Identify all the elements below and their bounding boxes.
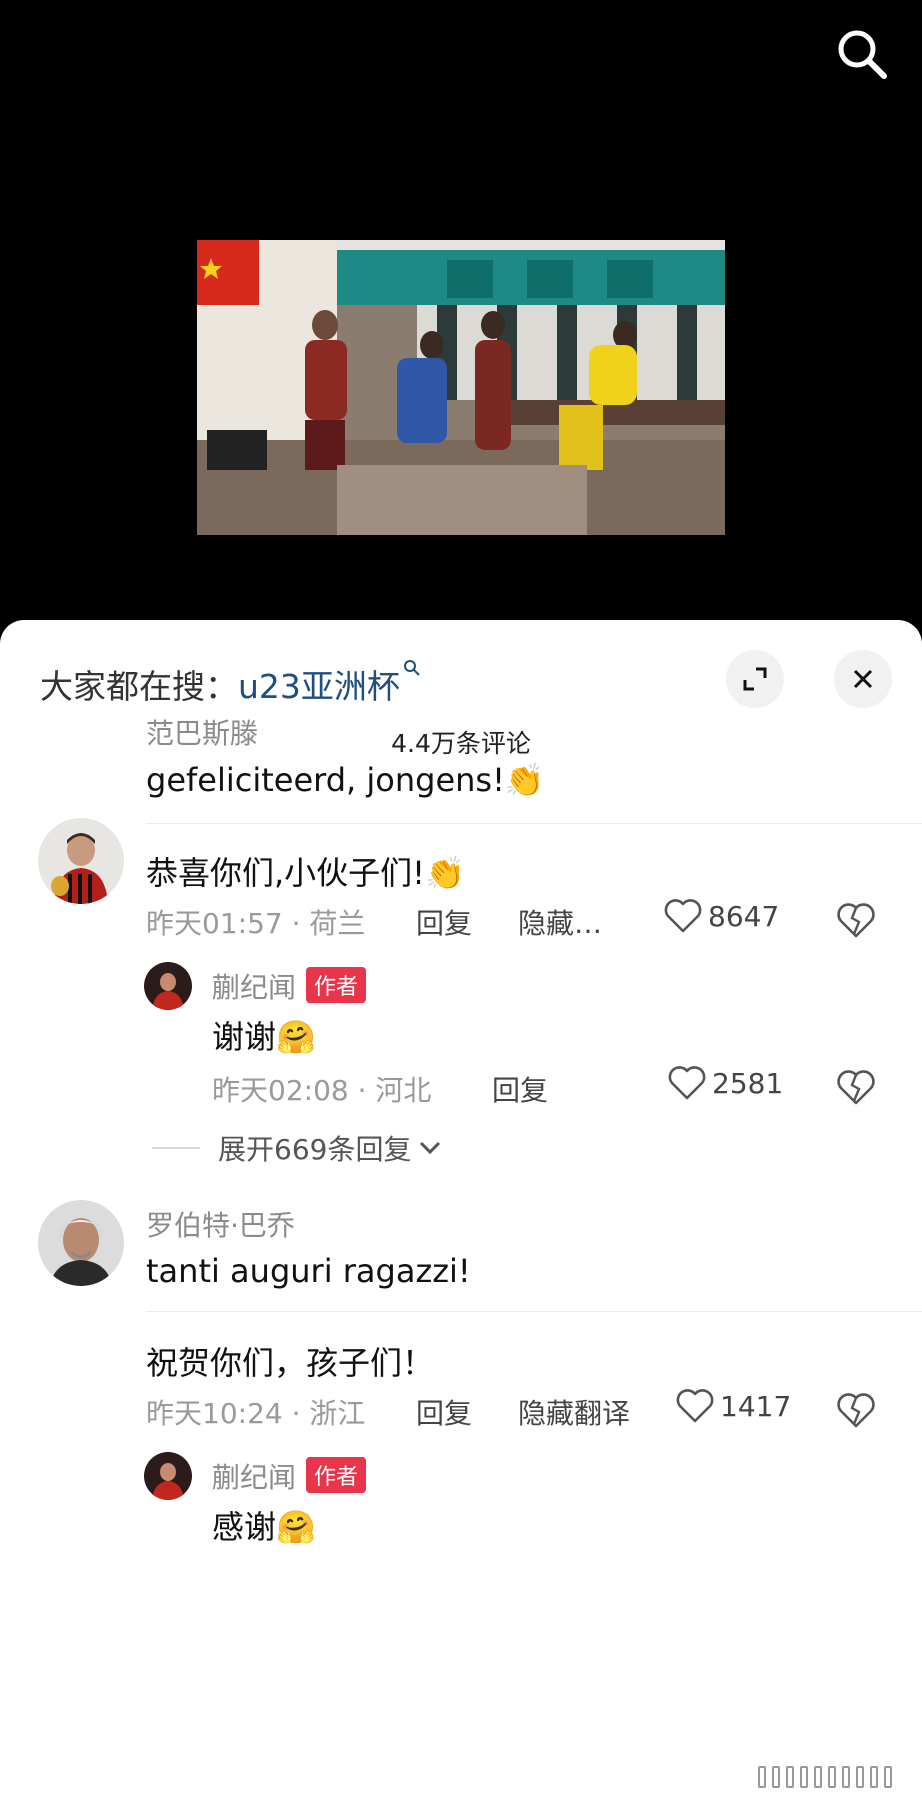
user-avatar-image [38,1200,124,1286]
translation-divider [146,823,922,824]
like-count: 2581 [712,1066,784,1100]
author-reply-text: 感谢🤗 [212,1508,316,1546]
like-count: 8647 [708,899,780,933]
comment-location: 浙江 [309,1397,366,1430]
broken-heart-icon[interactable] [836,1390,876,1430]
author-reply-location: 河北 [375,1074,432,1107]
comment-count: 4.4万条评论 [391,729,531,758]
expand-button[interactable] [726,650,784,708]
author-avatar[interactable] [144,1452,192,1500]
hide-translation-button[interactable]: 隐藏翻译 [518,1392,630,1432]
user-avatar-image [38,818,124,904]
video-frame[interactable] [197,240,725,535]
system-indicator [758,1766,892,1788]
expand-divider-line [152,1147,200,1149]
search-icon[interactable] [834,26,890,82]
reply-button[interactable]: 回复 [416,1392,472,1432]
expand-icon [743,667,767,691]
author-avatar[interactable] [144,962,192,1010]
author-username[interactable]: 蒯纪闻 作者 [212,966,367,1006]
author-avatar-image [144,1452,192,1500]
author-username[interactable]: 蒯纪闻 作者 [212,1456,367,1496]
comment-meta: 昨天10:24 · 浙江 [146,1397,366,1430]
reply-button[interactable]: 回复 [416,902,472,942]
comment-time: 昨天01:57 [146,907,283,940]
author-badge: 作者 [306,967,367,1003]
comment-username[interactable]: 罗伯特·巴乔 [146,1204,295,1244]
translation-divider [146,1311,922,1312]
trending-search-prefix: 大家都在搜： [40,667,238,706]
like-button[interactable]: 1417 [676,1388,791,1424]
video-thumbnail [197,240,725,535]
like-button[interactable]: 2581 [668,1065,783,1101]
author-badge: 作者 [306,1457,367,1493]
author-username-text[interactable]: 蒯纪闻 [212,971,296,1004]
video-player[interactable] [0,0,922,640]
comment-translation: 祝贺你们，孩子们！ [146,1344,435,1382]
expand-replies-label: 展开669条回复 [218,1133,412,1166]
hide-translation-button[interactable]: 隐藏… [518,902,602,942]
trending-search[interactable]: 大家都在搜：u23亚洲杯 [40,660,422,708]
comment-translation: 恭喜你们,小伙子们!👏 [146,854,465,892]
author-username-text[interactable]: 蒯纪闻 [212,1461,296,1494]
author-reply-text: 谢谢🤗 [212,1018,316,1056]
comment-sheet: 大家都在搜：u23亚洲杯 4.4万条评论 范巴斯滕 gefeliciteerd,… [0,620,922,1806]
broken-heart-icon[interactable] [836,1067,876,1107]
comment-text: tanti auguri ragazzi! [146,1252,471,1290]
author-reply-meta: 昨天02:08 · 河北 [212,1074,432,1107]
search-icon [403,660,420,676]
heart-icon [668,1066,706,1100]
comment-location: 荷兰 [309,907,366,940]
close-icon [853,669,873,689]
heart-icon [664,899,702,933]
close-button[interactable] [834,650,892,708]
comment-username-text[interactable]: 范巴斯滕 [146,717,258,750]
author-reply-time: 昨天02:08 [212,1074,349,1107]
comment-username-text[interactable]: 罗伯特·巴乔 [146,1209,295,1242]
expand-replies-button[interactable]: 展开669条回复 [152,1128,443,1168]
comment-text: gefeliciteerd, jongens!👏 [146,761,545,799]
trending-search-term[interactable]: u23亚洲杯 [238,667,400,706]
avatar[interactable] [38,1200,124,1286]
reply-button[interactable]: 回复 [492,1069,548,1109]
author-avatar-image [144,962,192,1010]
like-count: 1417 [720,1389,792,1423]
comment-meta: 昨天01:57 · 荷兰 [146,907,366,940]
chevron-down-icon [420,1141,441,1155]
comment-username[interactable]: 范巴斯滕 [146,712,258,752]
comment-time: 昨天10:24 [146,1397,283,1430]
heart-icon [676,1389,714,1423]
like-button[interactable]: 8647 [664,898,779,934]
broken-heart-icon[interactable] [836,900,876,940]
sheet-header: 大家都在搜：u23亚洲杯 [40,650,892,710]
avatar[interactable] [38,818,124,904]
